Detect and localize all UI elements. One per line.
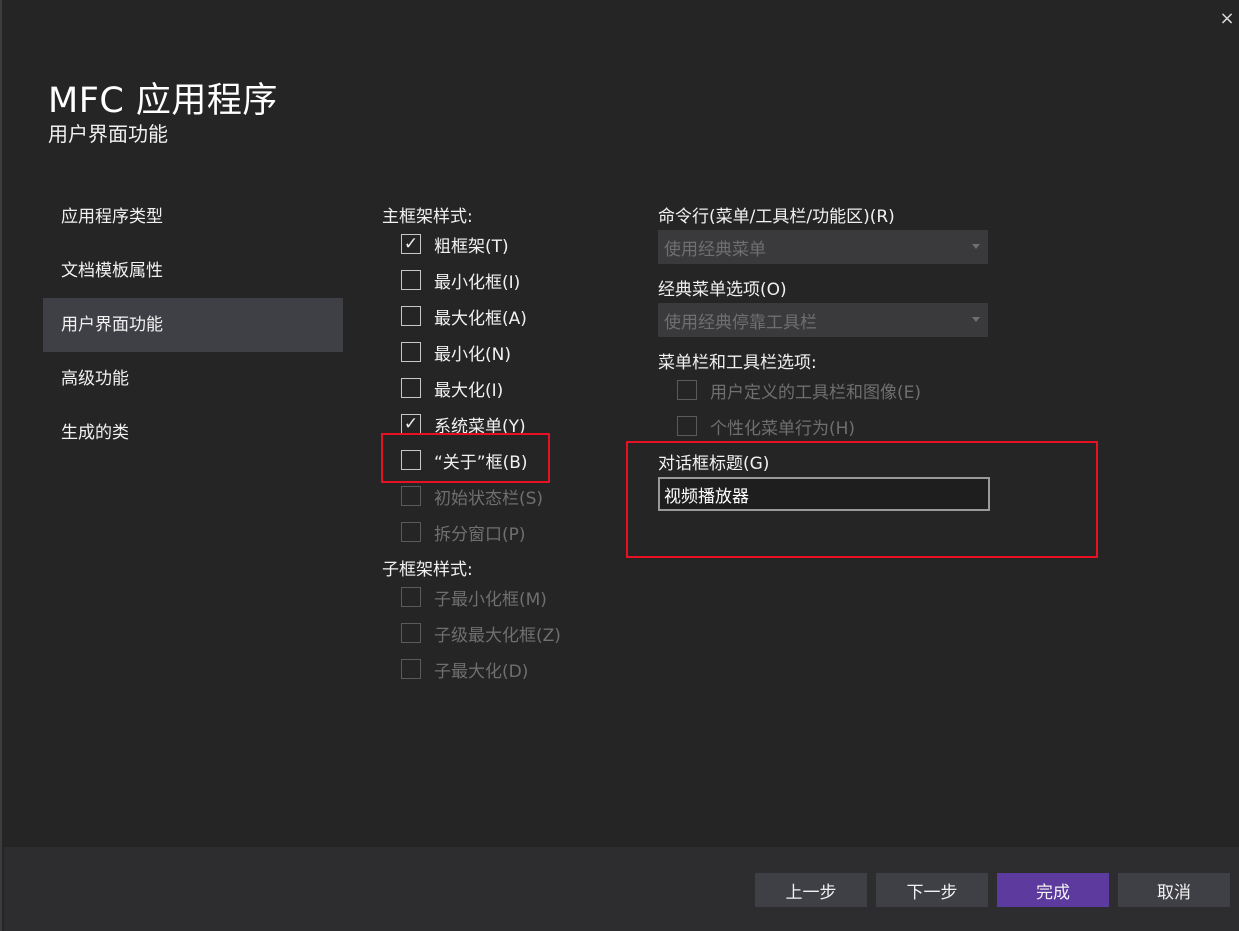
close-icon[interactable]: × (1217, 8, 1237, 30)
checkbox-label: 系统菜单(Y) (434, 416, 526, 437)
checkbox-box[interactable] (401, 270, 421, 290)
checkbox-maximized[interactable]: 最大化(I) (401, 375, 503, 401)
checkbox-box[interactable] (401, 342, 421, 362)
nav-item-advanced[interactable]: 高级功能 (43, 352, 343, 406)
nav-item-app-type[interactable]: 应用程序类型 (43, 190, 343, 244)
nav-item-doc-template[interactable]: 文档模板属性 (43, 244, 343, 298)
chevron-down-icon (972, 244, 980, 249)
prev-button[interactable]: 上一步 (755, 873, 867, 907)
classic-menu-dropdown: 使用经典停靠工具栏 (658, 303, 988, 337)
check-icon[interactable]: ✓ (401, 234, 421, 254)
checkbox-label: 最大化框(A) (434, 308, 527, 329)
checkbox-box (401, 522, 421, 542)
checkbox-label: 个性化菜单行为(H) (710, 418, 856, 439)
checkbox-label: “关于”框(B) (434, 452, 528, 473)
wizard-nav: 应用程序类型 文档模板属性 用户界面功能 高级功能 生成的类 (43, 190, 343, 460)
checkbox-label: 拆分窗口(P) (434, 524, 526, 545)
command-bar-dropdown: 使用经典菜单 (658, 230, 988, 264)
checkbox-label: 最小化框(I) (434, 272, 521, 293)
dialog-title-label: 对话框标题(G) (658, 454, 770, 474)
checkbox-box (401, 587, 421, 607)
checkbox-label: 粗框架(T) (434, 236, 509, 257)
command-bar-label: 命令行(菜单/工具栏/功能区)(R) (658, 207, 895, 227)
checkbox-box (401, 659, 421, 679)
checkbox-label: 子最小化框(M) (434, 589, 547, 610)
main-frame-label: 主框架样式: (382, 207, 473, 227)
checkbox-child-maximize-box: 子级最大化框(Z) (401, 620, 561, 646)
check-icon[interactable]: ✓ (401, 414, 421, 434)
checkbox-label: 最大化(I) (434, 380, 504, 401)
checkbox-initial-status-bar: 初始状态栏(S) (401, 483, 543, 509)
menubar-options-label: 菜单栏和工具栏选项: (658, 353, 817, 373)
dropdown-value: 使用经典菜单 (664, 239, 766, 260)
chevron-down-icon (972, 317, 980, 322)
checkbox-minimized[interactable]: 最小化(N) (401, 339, 511, 365)
checkbox-label: 子最大化(D) (434, 661, 529, 682)
classic-menu-label: 经典菜单选项(O) (658, 280, 787, 300)
checkbox-label: 子级最大化框(Z) (434, 625, 561, 646)
checkbox-personalized-menu: 个性化菜单行为(H) (677, 413, 855, 439)
checkbox-user-toolbars: 用户定义的工具栏和图像(E) (677, 377, 921, 403)
checkbox-box[interactable] (401, 306, 421, 326)
nav-item-ui-features[interactable]: 用户界面功能 (43, 298, 343, 352)
checkbox-child-maximized: 子最大化(D) (401, 656, 528, 682)
page-title: MFC 应用程序 (48, 81, 278, 121)
checkbox-label: 最小化(N) (434, 344, 511, 365)
checkbox-box[interactable] (401, 450, 421, 470)
wizard-window: × MFC 应用程序 用户界面功能 应用程序类型 文档模板属性 用户界面功能 高… (0, 0, 1239, 931)
checkbox-box (677, 416, 697, 436)
checkbox-box (401, 623, 421, 643)
checkbox-split-window: 拆分窗口(P) (401, 519, 526, 545)
checkbox-label: 初始状态栏(S) (434, 488, 544, 509)
checkbox-box (401, 486, 421, 506)
dialog-title-input[interactable] (658, 477, 990, 511)
checkbox-label: 用户定义的工具栏和图像(E) (710, 382, 922, 403)
checkbox-about-box[interactable]: “关于”框(B) (401, 447, 528, 473)
checkbox-thick-frame[interactable]: ✓ 粗框架(T) (401, 231, 509, 257)
checkbox-child-minimize-box: 子最小化框(M) (401, 584, 547, 610)
page-subtitle: 用户界面功能 (48, 122, 168, 146)
next-button[interactable]: 下一步 (876, 873, 988, 907)
checkbox-box[interactable] (401, 378, 421, 398)
dropdown-value: 使用经典停靠工具栏 (664, 312, 817, 333)
checkbox-box (677, 380, 697, 400)
cancel-button[interactable]: 取消 (1118, 873, 1230, 907)
checkbox-maximize-box[interactable]: 最大化框(A) (401, 303, 527, 329)
child-frame-label: 子框架样式: (382, 560, 473, 580)
checkbox-system-menu[interactable]: ✓ 系统菜单(Y) (401, 411, 526, 437)
finish-button[interactable]: 完成 (997, 873, 1109, 907)
nav-item-generated-classes[interactable]: 生成的类 (43, 406, 343, 460)
checkbox-minimize-box[interactable]: 最小化框(I) (401, 267, 520, 293)
